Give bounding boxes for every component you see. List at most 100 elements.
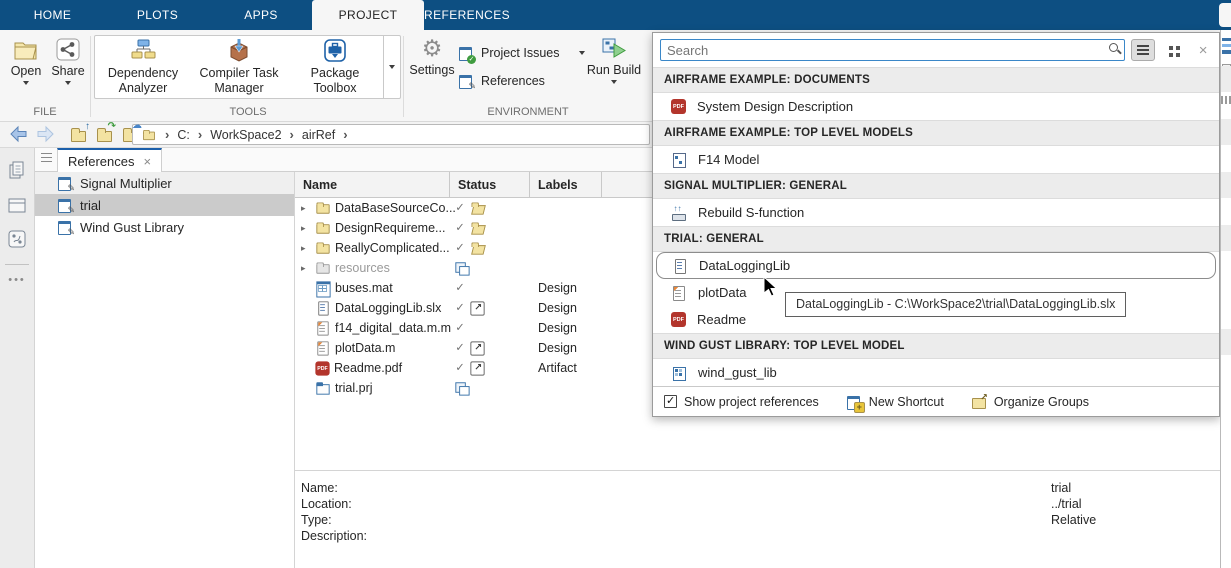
pdf-icon	[315, 361, 329, 375]
references-button[interactable]: References	[458, 73, 545, 89]
list-view-button[interactable]	[1131, 39, 1155, 61]
project-issues-button[interactable]: Project Issues	[458, 45, 585, 61]
tab-close-icon[interactable]: ×	[143, 154, 151, 169]
cloud-icon: ☁	[132, 120, 142, 131]
tab-references[interactable]: References ×	[57, 148, 162, 172]
popup-shortcut-item[interactable]: System Design Description	[653, 93, 1219, 120]
gear-icon: ⚙	[422, 36, 443, 60]
settings-button[interactable]: ⚙ Settings	[408, 36, 456, 77]
check-icon	[454, 240, 466, 255]
ribbon-tab[interactable]: PROJECT	[312, 0, 424, 30]
ribbon-tab[interactable]: HOME	[0, 0, 105, 30]
tree-item[interactable]: Wind Gust Library	[35, 216, 294, 238]
folder-open-icon	[470, 220, 485, 235]
share-icon	[56, 38, 80, 61]
expand-chevron-icon[interactable]	[301, 263, 311, 274]
share-dropdown-arrow-icon[interactable]	[65, 81, 71, 85]
details-field-label: Description:	[301, 529, 1051, 545]
column-header-status[interactable]: Status	[450, 172, 530, 198]
run-build-dropdown-arrow-icon[interactable]	[611, 80, 617, 84]
ribbon-tab[interactable]: REFERENCES	[424, 0, 510, 30]
panel-handle-icon[interactable]	[41, 153, 52, 162]
details-panel: Name: trial Location: ../trial Type: Rel…	[295, 470, 1231, 568]
breadcrumb-segment[interactable]: WorkSpace2	[210, 127, 302, 142]
ribbon-tab[interactable]: APPS	[210, 0, 312, 30]
popup-shortcut-item[interactable]: wind_gust_lib	[653, 359, 1219, 386]
mfile-icon	[671, 285, 687, 301]
popup-shortcut-item[interactable]: Rebuild S-function	[653, 199, 1219, 226]
column-header-name[interactable]: Name	[295, 172, 450, 198]
grid-view-button[interactable]	[1161, 39, 1185, 61]
files-panel-icon[interactable]	[6, 158, 28, 182]
popup-shortcut-label: wind_gust_lib	[698, 365, 777, 380]
open-button[interactable]: Open	[6, 38, 46, 85]
package-toolbox-button[interactable]: PackageToolbox	[287, 36, 383, 98]
tree-item[interactable]: trial	[35, 194, 294, 216]
popup-close-icon[interactable]: ×	[1194, 42, 1212, 59]
file-section-label: FILE	[0, 106, 90, 118]
popup-shortcut-item[interactable]: DataLoggingLib	[656, 252, 1216, 279]
breadcrumb[interactable]: C:WorkSpace2airRef	[132, 124, 650, 145]
tree-item-label: Signal Multiplier	[80, 176, 172, 191]
tooltip-text: DataLoggingLib - C:\WorkSpace2\trial\Dat…	[796, 297, 1115, 311]
doc-icon	[672, 258, 688, 274]
refboard-icon	[57, 197, 73, 213]
tree-item[interactable]: Signal Multiplier	[35, 172, 294, 194]
search-input[interactable]	[660, 39, 1125, 61]
ribbon-section-divider	[90, 36, 91, 117]
check-icon	[454, 220, 466, 235]
popup-shortcut-item[interactable]: F14 Model	[653, 146, 1219, 173]
compiler-task-manager-button[interactable]: Compiler TaskManager	[191, 36, 287, 98]
show-project-references-checkbox[interactable]	[664, 395, 677, 408]
expand-chevron-icon[interactable]	[301, 243, 311, 254]
up-one-level-button[interactable]: ↑	[70, 125, 88, 143]
more-panels-icon[interactable]: •••	[8, 277, 26, 283]
gallery-expand-arrow-icon	[389, 65, 395, 69]
expand-chevron-icon[interactable]	[301, 223, 311, 234]
organize-groups-button[interactable]: Organize Groups	[971, 394, 1089, 410]
breadcrumb-segment[interactable]: airRef	[302, 127, 356, 142]
popup-shortcut-label: Readme	[697, 312, 746, 327]
mfile-icon	[315, 340, 330, 355]
file-label: Design	[538, 321, 577, 335]
expand-chevron-icon[interactable]	[301, 203, 311, 214]
details-field: Location: ../trial	[301, 497, 1231, 513]
forward-button[interactable]	[36, 125, 56, 143]
doc-icon	[315, 300, 330, 315]
breadcrumb-segment[interactable]: C:	[177, 127, 210, 142]
tools-gallery-expand-button[interactable]	[383, 36, 400, 98]
new-shortcut-button[interactable]: New Shortcut	[846, 394, 944, 410]
mfile-icon	[315, 320, 330, 335]
check-icon	[454, 360, 466, 375]
ribbon-tab-label: PLOTS	[137, 8, 178, 22]
run-build-label: Run Build	[587, 63, 641, 77]
details-field-value: ../trial	[1051, 497, 1082, 513]
file-name: buses.mat	[335, 281, 393, 295]
file-name: ReallyComplicated...	[335, 241, 450, 255]
search-icon	[1109, 43, 1118, 52]
file-name: f14_digital_data.m.m	[335, 321, 451, 335]
organize-groups-icon	[971, 394, 987, 410]
grid-view-icon	[1169, 46, 1173, 50]
dependency-graph-icon[interactable]	[6, 228, 28, 250]
run-build-button[interactable]: Run Build	[586, 36, 642, 84]
details-field-value: trial	[1051, 481, 1071, 497]
project-issues-dropdown-arrow-icon[interactable]	[579, 51, 585, 55]
tools-gallery: DependencyAnalyzer Compiler TaskManager …	[94, 35, 401, 99]
dependency-analyzer-button[interactable]: DependencyAnalyzer	[95, 36, 191, 98]
project-box-icon[interactable]	[6, 194, 28, 216]
open-dropdown-arrow-icon[interactable]	[23, 81, 29, 85]
popup-shortcut-label: F14 Model	[698, 152, 759, 167]
new-shortcut-icon	[846, 394, 862, 410]
column-header-labels[interactable]: Labels	[530, 172, 602, 198]
popup-shortcut-label: Rebuild S-function	[698, 205, 804, 220]
compiler-task-manager-icon	[227, 38, 251, 64]
popup-group-header: AIRFRAME EXAMPLE: DOCUMENTS	[653, 67, 1219, 93]
ribbon-section-divider	[403, 36, 404, 117]
back-button[interactable]	[8, 125, 28, 143]
ribbon-tab[interactable]: PLOTS	[105, 0, 210, 30]
share-button[interactable]: Share	[48, 38, 88, 85]
refresh-folder-button[interactable]: ↷	[96, 125, 114, 143]
file-name: resources	[335, 261, 390, 275]
ribbon-tab-label: REFERENCES	[424, 8, 510, 22]
